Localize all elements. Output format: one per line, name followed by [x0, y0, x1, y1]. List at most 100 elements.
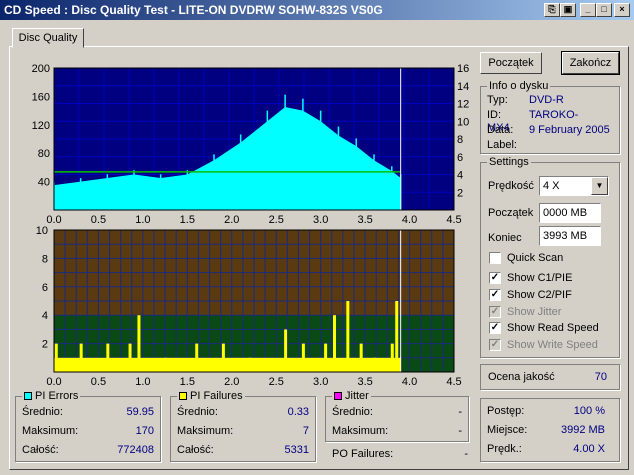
- speed-value: 4 X: [543, 180, 560, 192]
- progress-value: 100 %: [573, 405, 605, 417]
- y-left-tick: 40: [38, 177, 50, 189]
- pi-failures-legend: PI Failures: [190, 390, 243, 402]
- date-label: Data:: [487, 124, 514, 136]
- disc-info-group: Info o dysku Typ: DVD-R ID: TAROKO-MX4 Dat…: [480, 80, 620, 154]
- pie-max-label: Maksimum:: [22, 425, 79, 437]
- pif-bar: [359, 343, 363, 372]
- pif-bar: [221, 343, 225, 372]
- show-c1-label: Show C1/PIE: [507, 272, 573, 284]
- show-jitter-checkbox: ✓ Show Jitter: [489, 306, 562, 319]
- show-c2-checkbox[interactable]: ✓ Show C2/PIF: [489, 289, 572, 303]
- jitter-swatch: [334, 392, 342, 401]
- close-button[interactable]: ×: [614, 3, 630, 17]
- type-value: DVD-R: [529, 94, 564, 106]
- tab-disc-quality[interactable]: Disc Quality: [12, 28, 84, 48]
- copy-icon[interactable]: ⎘: [544, 3, 560, 17]
- y-tick: 10: [36, 225, 48, 237]
- quality-value: 70: [594, 371, 607, 383]
- quality-group: Ocena jakość 70: [480, 364, 620, 390]
- quick-scan-label: Quick Scan: [507, 252, 564, 264]
- pif-swatch: [179, 392, 187, 401]
- stop-button[interactable]: Zakończ: [561, 51, 620, 75]
- start-mb-input[interactable]: 0000 MB: [539, 203, 601, 223]
- x-tick: 1.0: [135, 376, 150, 388]
- maximize-button[interactable]: □: [596, 3, 612, 17]
- window-title: CD Speed : Disc Quality Test - LITE-ON D…: [4, 3, 383, 17]
- title-bar: CD Speed : Disc Quality Test - LITE-ON D…: [0, 0, 634, 20]
- type-label: Typ:: [487, 94, 508, 106]
- show-jitter-label: Show Jitter: [507, 306, 562, 318]
- pi-errors-legend: PI Errors: [35, 390, 79, 402]
- x-tick: 4.0: [402, 376, 417, 388]
- y-right-tick: 14: [457, 81, 469, 93]
- show-write-label: Show Write Speed: [507, 339, 598, 351]
- pif-bar: [137, 315, 141, 372]
- x-tick: 2.0: [224, 376, 239, 388]
- progress-label: Postęp:: [487, 405, 525, 417]
- pie-total-label: Całość:: [22, 444, 59, 456]
- y-right-tick: 16: [457, 63, 469, 75]
- pif-bar: [79, 343, 83, 372]
- chevron-down-icon[interactable]: ▼: [591, 177, 608, 195]
- pif-max: 7: [302, 425, 309, 437]
- pie-avg: 59.95: [126, 406, 154, 418]
- y-left-tick: 200: [32, 63, 50, 75]
- x-tick: 0.0: [46, 376, 61, 388]
- quick-scan-checkbox[interactable]: Quick Scan: [489, 252, 563, 266]
- y-tick: 6: [42, 282, 48, 294]
- pif-bar: [128, 343, 132, 372]
- pi-errors-chart: 20016012080401614121086420.0 0.5 1.0 1.5 2.0…: [32, 63, 470, 226]
- pif-avg: 0.33: [287, 406, 309, 418]
- disc-info-legend: Info o dysku: [487, 80, 551, 92]
- jitter-avg: -: [458, 406, 462, 418]
- jitter-legend: Jitter: [345, 390, 369, 402]
- read-speed-value: 4.00 X: [573, 443, 605, 455]
- y-right-tick: 12: [457, 99, 469, 111]
- y-left-tick: 120: [32, 120, 50, 132]
- save-icon[interactable]: ▣: [560, 3, 576, 17]
- show-write-speed-checkbox: ✓ Show Write Speed: [489, 339, 598, 352]
- pif-bar: [54, 343, 58, 372]
- pif-bar: [301, 343, 305, 372]
- pif-bar: [195, 343, 199, 372]
- pif-bar: [164, 357, 168, 372]
- x-tick: 2.5: [269, 376, 284, 388]
- pif-bar: [248, 357, 252, 372]
- progress-group: Postęp: 100 % Miejsce: 3992 MB Prędk.: 4.00…: [480, 398, 620, 462]
- start-button[interactable]: Początek: [480, 52, 542, 74]
- show-c1-checkbox[interactable]: ✓ Show C1/PIE: [489, 272, 572, 286]
- y-right-tick: 2: [457, 187, 463, 199]
- y-right-tick: 4: [457, 170, 463, 182]
- x-tick: 0.5: [91, 376, 106, 388]
- show-read-speed-checkbox[interactable]: ✓ Show Read Speed: [489, 322, 599, 336]
- x-tick: 3.5: [357, 376, 372, 388]
- po-failures-row: PO Failures: -: [332, 448, 468, 461]
- end-mb-label: Koniec: [488, 232, 522, 244]
- show-c2-label: Show C2/PIF: [507, 289, 572, 301]
- pif-max-label: Maksimum:: [177, 425, 234, 437]
- pif-total-label: Całość:: [177, 444, 214, 456]
- pie-swatch: [24, 392, 32, 401]
- pif-bar: [284, 329, 288, 372]
- pif-bar: [324, 343, 328, 372]
- pie-total: 772408: [117, 444, 154, 456]
- speed-select[interactable]: 4 X ▼: [539, 176, 609, 196]
- pi-failures-group: PI Failures Średnio: 0.33 Maksimum: 7 Cało…: [170, 390, 316, 462]
- pie-max: 170: [135, 425, 154, 437]
- settings-group: Settings Prędkość 4 X ▼ Początek 0000 MB…: [480, 156, 620, 358]
- speed-label: Prędkość: [488, 180, 534, 192]
- pi-errors-group: PI Errors Średnio: 59.95 Maksimum: 170 Cał…: [15, 390, 161, 462]
- date-value: 9 February 2005: [529, 124, 610, 136]
- y-right-tick: 10: [457, 116, 469, 128]
- quality-label: Ocena jakość: [488, 371, 555, 383]
- read-speed-label: Prędk.:: [487, 443, 522, 455]
- po-label: PO Failures:: [332, 448, 394, 460]
- y-tick: 8: [42, 253, 48, 265]
- jitter-avg-label: Średnio:: [332, 406, 373, 418]
- y-left-tick: 160: [32, 91, 50, 103]
- y-right-tick: 6: [457, 152, 463, 164]
- minimize-button[interactable]: _: [580, 3, 596, 17]
- end-mb-input[interactable]: 3993 MB: [539, 226, 601, 246]
- show-read-label: Show Read Speed: [507, 322, 599, 334]
- x-tick: 3.0: [313, 376, 328, 388]
